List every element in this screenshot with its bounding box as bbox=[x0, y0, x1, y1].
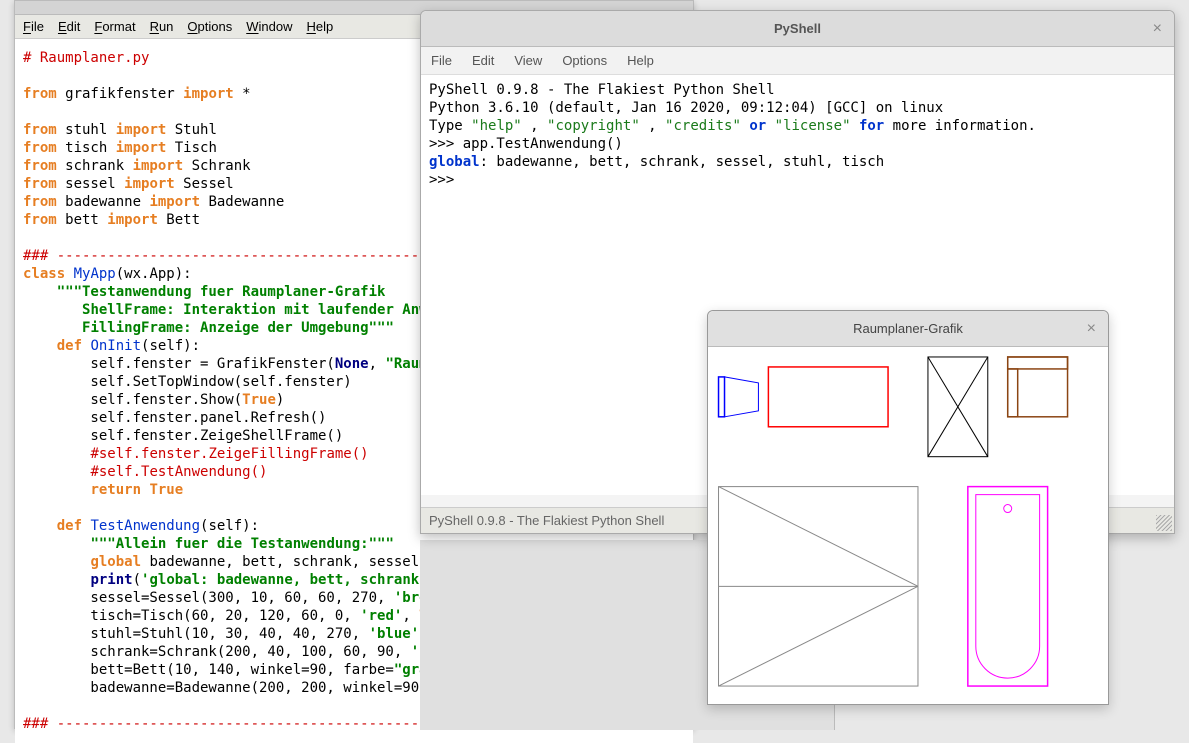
pyshell-titlebar[interactable]: PyShell × bbox=[421, 11, 1174, 47]
shell-line: >>> app.TestAnwendung() bbox=[429, 135, 1166, 153]
resize-grip-icon[interactable] bbox=[1156, 515, 1172, 531]
shape-sessel bbox=[1008, 357, 1068, 417]
shell-line: Python 3.6.10 (default, Jan 16 2020, 09:… bbox=[429, 99, 1166, 117]
grafik-title: Raumplaner-Grafik bbox=[853, 321, 963, 336]
menu-options[interactable]: Options bbox=[187, 19, 232, 34]
pyshell-title: PyShell bbox=[774, 21, 821, 36]
grafik-window: Raumplaner-Grafik × bbox=[707, 310, 1109, 705]
statusbar-text: PyShell 0.9.8 - The Flakiest Python Shel… bbox=[429, 513, 664, 528]
menu-help[interactable]: Help bbox=[627, 53, 654, 68]
menu-run[interactable]: Run bbox=[150, 19, 174, 34]
menu-help[interactable]: Help bbox=[307, 19, 334, 34]
close-icon[interactable]: × bbox=[1153, 20, 1162, 38]
menu-file[interactable]: File bbox=[431, 53, 452, 68]
menu-window[interactable]: Window bbox=[246, 19, 292, 34]
shell-line: >>> bbox=[429, 171, 1166, 189]
shape-tisch bbox=[768, 367, 888, 427]
pyshell-menubar: File Edit View Options Help bbox=[421, 47, 1174, 75]
shape-badewanne bbox=[968, 487, 1048, 686]
shape-stuhl bbox=[719, 377, 759, 417]
shell-line: PyShell 0.9.8 - The Flakiest Python Shel… bbox=[429, 81, 1166, 99]
shape-schrank bbox=[928, 357, 988, 457]
menu-edit[interactable]: Edit bbox=[472, 53, 494, 68]
grafik-titlebar[interactable]: Raumplaner-Grafik × bbox=[708, 311, 1108, 347]
grafik-canvas[interactable] bbox=[708, 347, 1108, 704]
shell-line: global: badewanne, bett, schrank, sessel… bbox=[429, 153, 1166, 171]
menu-view[interactable]: View bbox=[514, 53, 542, 68]
shell-line: Type "help" , "copyright" , "credits" or… bbox=[429, 117, 1166, 135]
menu-file[interactable]: File bbox=[23, 19, 44, 34]
close-icon[interactable]: × bbox=[1087, 320, 1096, 338]
menu-edit[interactable]: Edit bbox=[58, 19, 80, 34]
shape-bett bbox=[719, 487, 918, 686]
menu-options[interactable]: Options bbox=[562, 53, 607, 68]
menu-format[interactable]: Format bbox=[94, 19, 135, 34]
